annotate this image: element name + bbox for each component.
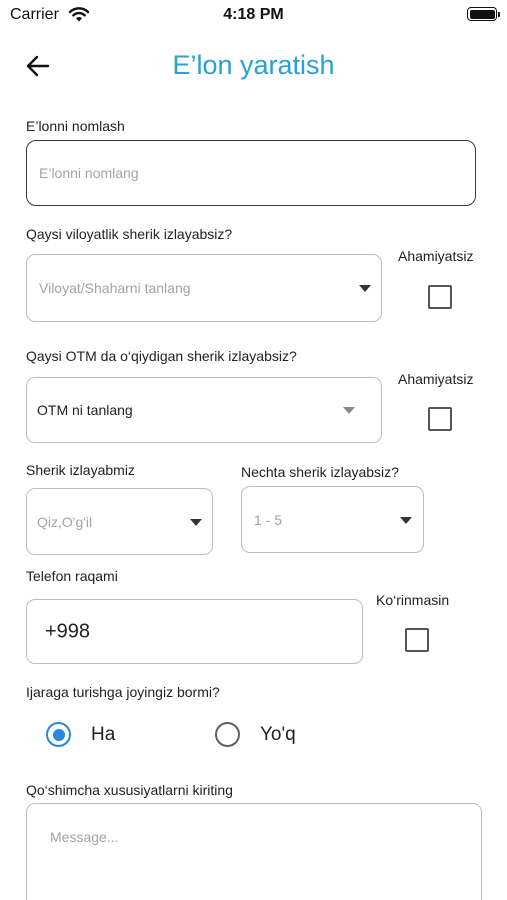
- message-textarea[interactable]: Message...: [26, 803, 482, 900]
- count-label: Nechta sherik izlayabsiz?: [241, 464, 399, 480]
- status-time: 4:18 PM: [223, 6, 284, 23]
- title-input[interactable]: E’lonni nomlang: [26, 140, 476, 206]
- extra-label: Qo‘shimcha xususiyatlarni kiriting: [26, 782, 233, 798]
- chevron-down-icon: [359, 285, 371, 292]
- university-dropdown-value: OTM ni tanlang: [37, 402, 133, 418]
- chevron-down-icon: [343, 407, 355, 414]
- page-title: E’lon yaratish: [172, 50, 335, 80]
- title-field-label: E’lonni nomlash: [26, 118, 125, 134]
- radio-yes[interactable]: [46, 722, 71, 747]
- count-dropdown-placeholder: 1 - 5: [254, 511, 283, 528]
- gender-dropdown-placeholder: Qiz,O'g'il: [37, 513, 93, 530]
- gender-dropdown[interactable]: Qiz,O'g'il: [26, 488, 213, 555]
- phone-input-value: +998: [45, 620, 91, 642]
- university-dropdown[interactable]: OTM ni tanlang: [26, 377, 382, 443]
- housing-label: Ijaraga turishga joyingiz bormi?: [26, 684, 220, 700]
- gender-label: Sherik izlayabmiz: [26, 462, 135, 478]
- region-dropdown[interactable]: Viloyat/Shaharni tanlang: [26, 254, 382, 322]
- radio-no[interactable]: [215, 722, 240, 747]
- status-bar: Carrier 4:18 PM: [0, 0, 507, 30]
- message-placeholder: Message...: [50, 829, 119, 845]
- radio-yes-label[interactable]: Ha: [91, 724, 115, 746]
- region-label: Qaysi viloyatlik sherik izlayabsiz?: [26, 226, 233, 242]
- region-checkbox-label: Ahamiyatsiz: [398, 248, 474, 264]
- battery-icon: [467, 7, 500, 21]
- radio-no-label[interactable]: Yo'q: [260, 724, 296, 746]
- phone-label: Telefon raqami: [26, 568, 118, 584]
- region-checkbox[interactable]: [428, 285, 452, 309]
- phone-input[interactable]: +998: [26, 599, 363, 664]
- phone-checkbox-label: Ko‘rinmasin: [376, 592, 450, 608]
- university-label: Qaysi OTM da o‘qiydigan sherik izlayabsi…: [26, 348, 297, 364]
- region-dropdown-placeholder: Viloyat/Shaharni tanlang: [39, 280, 191, 296]
- count-dropdown[interactable]: 1 - 5: [241, 486, 424, 553]
- phone-hide-checkbox[interactable]: [405, 628, 429, 652]
- chevron-down-icon: [400, 516, 412, 524]
- title-input-placeholder: E’lonni nomlang: [39, 165, 139, 181]
- chevron-down-icon: [190, 518, 202, 526]
- university-checkbox-label: Ahamiyatsiz: [398, 371, 474, 387]
- university-checkbox[interactable]: [428, 407, 452, 431]
